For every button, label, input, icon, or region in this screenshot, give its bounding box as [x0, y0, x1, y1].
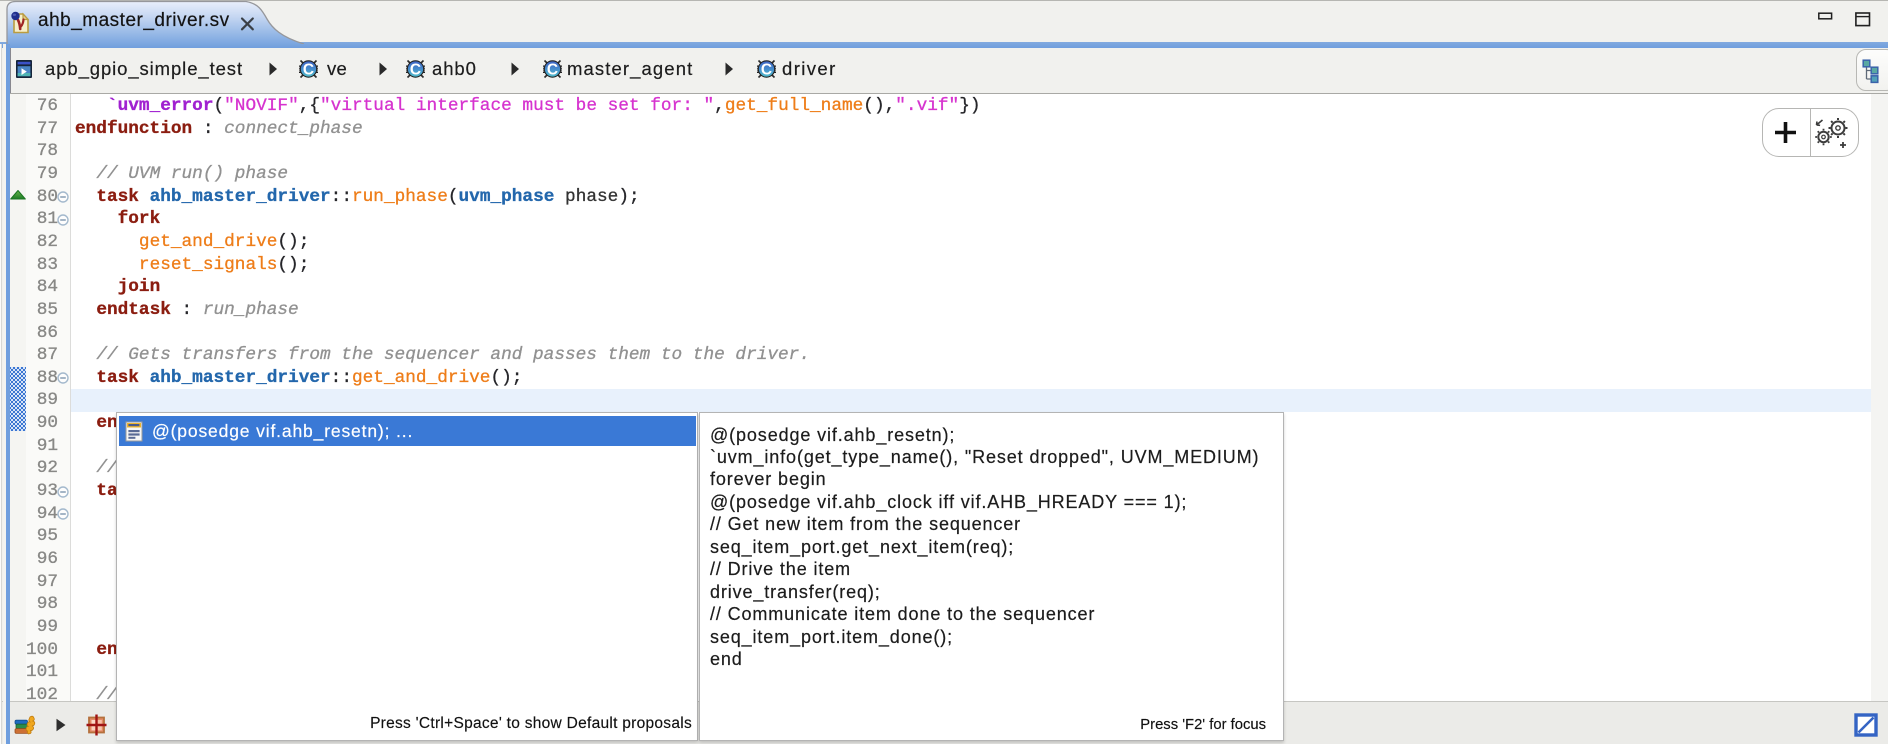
svg-text:C: C [410, 61, 421, 78]
svg-text:C: C [547, 61, 558, 78]
svg-text:C: C [303, 61, 314, 78]
svg-text:C: C [761, 61, 772, 78]
